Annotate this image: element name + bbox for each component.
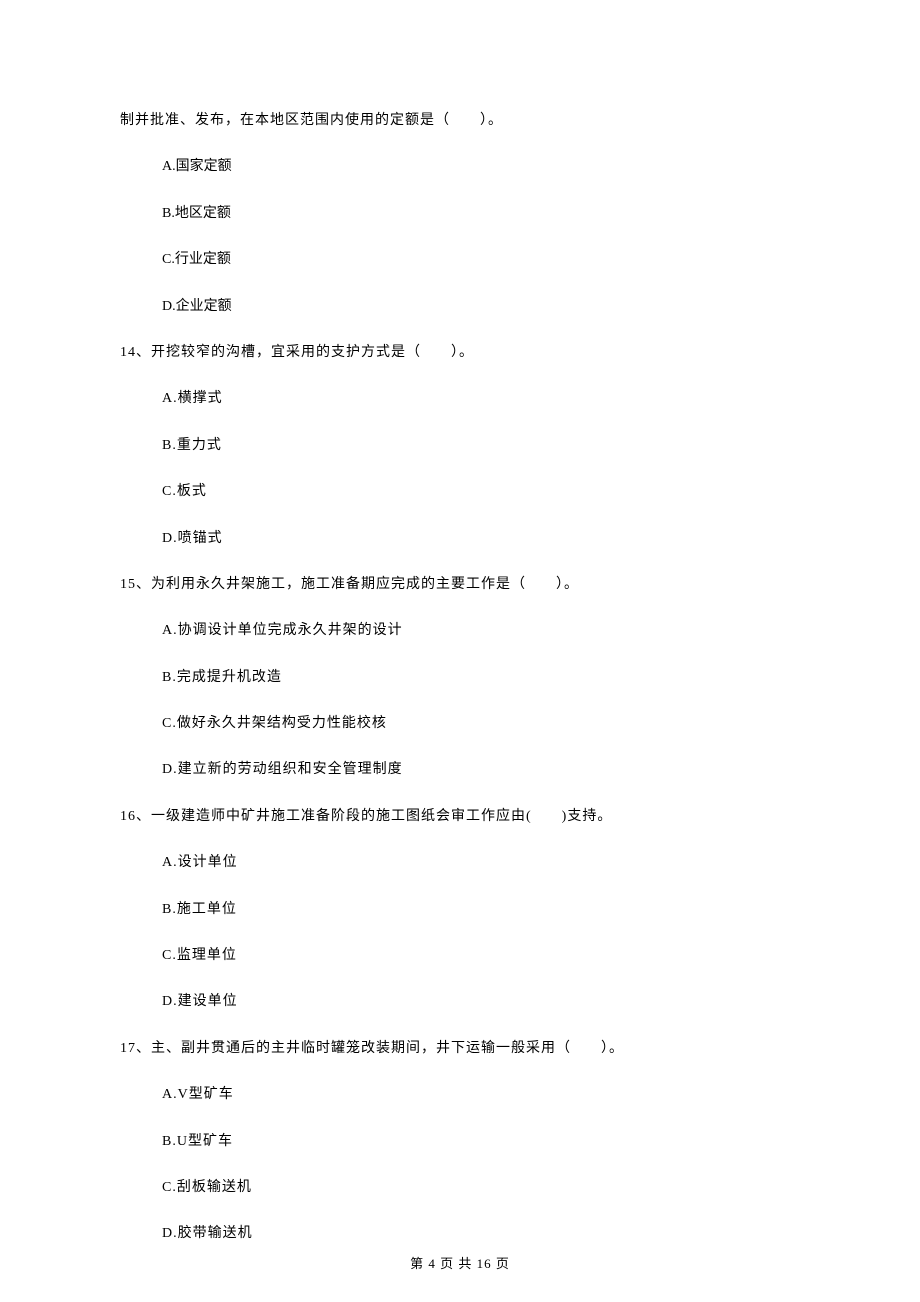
option-a: A.V型矿车 [162, 1084, 800, 1106]
question-text: 14、开挖较窄的沟槽，宜采用的支护方式是（ ）。 [120, 342, 800, 364]
option-d: D.建设单位 [162, 991, 800, 1013]
option-c: C.做好永久井架结构受力性能校核 [162, 713, 800, 735]
question-13-options: A.国家定额 B.地区定额 C.行业定额 D.企业定额 [120, 156, 800, 318]
option-c: C.板式 [162, 481, 800, 503]
option-b: B.U型矿车 [162, 1131, 800, 1153]
question-text: 16、一级建造师中矿井施工准备阶段的施工图纸会审工作应由( )支持。 [120, 806, 800, 828]
question-14-options: A.横撑式 B.重力式 C.板式 D.喷锚式 [120, 388, 800, 550]
question-17: 17、主、副井贯通后的主井临时罐笼改装期间，井下运输一般采用（ ）。 A.V型矿… [120, 1038, 800, 1246]
option-d: D.企业定额 [162, 296, 800, 318]
question-15-options: A.协调设计单位完成永久井架的设计 B.完成提升机改造 C.做好永久井架结构受力… [120, 620, 800, 782]
page-content: 制并批准、发布，在本地区范围内使用的定额是（ ）。 A.国家定额 B.地区定额 … [0, 0, 920, 1246]
option-d: D.胶带输送机 [162, 1223, 800, 1245]
option-a: A.国家定额 [162, 156, 800, 178]
question-16: 16、一级建造师中矿井施工准备阶段的施工图纸会审工作应由( )支持。 A.设计单… [120, 806, 800, 1014]
question-16-options: A.设计单位 B.施工单位 C.监理单位 D.建设单位 [120, 852, 800, 1014]
option-b: B.施工单位 [162, 899, 800, 921]
option-c: C.行业定额 [162, 249, 800, 271]
option-a: A.横撑式 [162, 388, 800, 410]
option-b: B.地区定额 [162, 203, 800, 225]
question-14: 14、开挖较窄的沟槽，宜采用的支护方式是（ ）。 A.横撑式 B.重力式 C.板… [120, 342, 800, 550]
option-b: B.完成提升机改造 [162, 667, 800, 689]
option-a: A.协调设计单位完成永久井架的设计 [162, 620, 800, 642]
question-text: 17、主、副井贯通后的主井临时罐笼改装期间，井下运输一般采用（ ）。 [120, 1038, 800, 1060]
option-b: B.重力式 [162, 435, 800, 457]
question-17-options: A.V型矿车 B.U型矿车 C.刮板输送机 D.胶带输送机 [120, 1084, 800, 1246]
question-text: 15、为利用永久井架施工，施工准备期应完成的主要工作是（ ）。 [120, 574, 800, 596]
question-15: 15、为利用永久井架施工，施工准备期应完成的主要工作是（ ）。 A.协调设计单位… [120, 574, 800, 782]
page-footer: 第 4 页 共 16 页 [0, 1253, 920, 1272]
option-c: C.监理单位 [162, 945, 800, 967]
option-d: D.建立新的劳动组织和安全管理制度 [162, 759, 800, 781]
option-c: C.刮板输送机 [162, 1177, 800, 1199]
question-13-continuation: 制并批准、发布，在本地区范围内使用的定额是（ ）。 [120, 110, 800, 132]
option-d: D.喷锚式 [162, 528, 800, 550]
option-a: A.设计单位 [162, 852, 800, 874]
question-text-continuation: 制并批准、发布，在本地区范围内使用的定额是（ ）。 [120, 110, 800, 132]
